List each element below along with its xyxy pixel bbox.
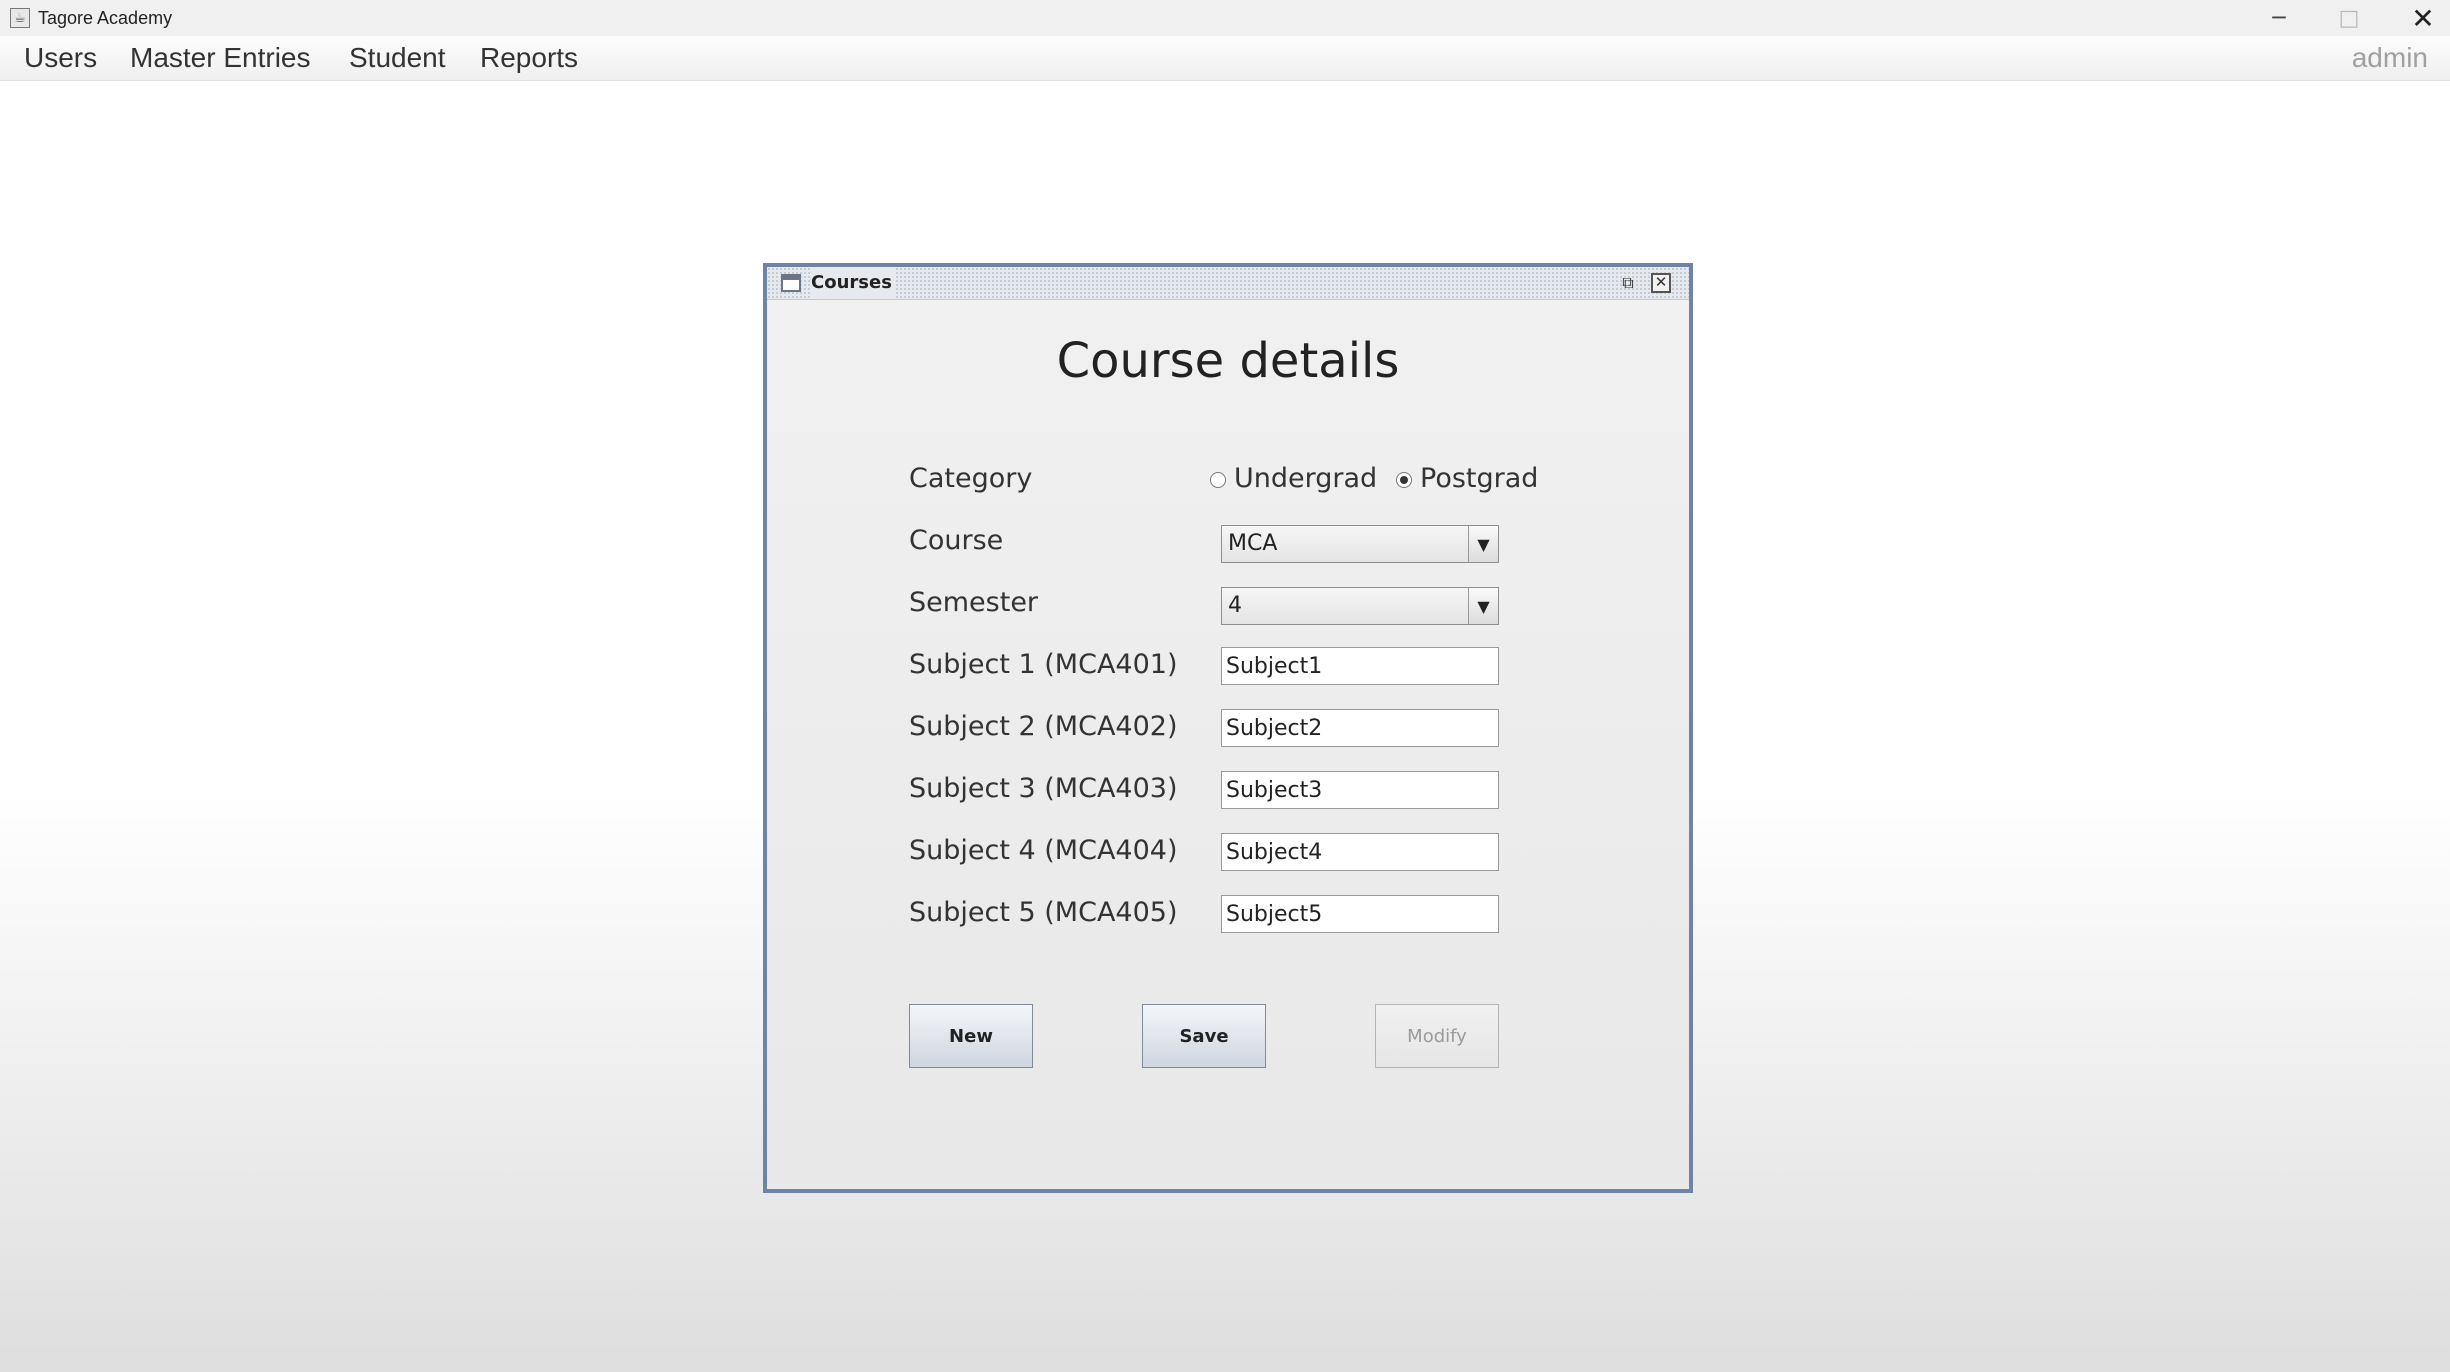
minimize-button[interactable]: ─	[2244, 0, 2314, 36]
java-cup-icon: ☕	[10, 8, 30, 28]
undergrad-radio-label[interactable]: Undergrad	[1234, 463, 1377, 494]
menu-bar: Users Master Entries Student Reports adm…	[0, 36, 2450, 81]
maximize-button[interactable]: □	[2314, 0, 2384, 36]
subject-5-field[interactable]	[1221, 895, 1499, 933]
logged-in-user: admin	[2351, 42, 2428, 73]
os-title-bar: ☕ Tagore Academy ─ □ ✕	[0, 0, 2450, 36]
menu-master-entries[interactable]: Master Entries	[130, 36, 311, 80]
postgrad-radio[interactable]	[1396, 472, 1412, 488]
modify-button[interactable]: Modify	[1375, 1004, 1499, 1068]
subject-1-label: Subject 1 (MCA401)	[909, 649, 1178, 680]
frame-title-bar[interactable]: Courses ⧉ ✕	[767, 267, 1689, 300]
subject-3-field[interactable]	[1221, 771, 1499, 809]
window-icon	[781, 274, 801, 292]
semester-selected-value: 4	[1228, 593, 1242, 618]
course-selected-value: MCA	[1228, 531, 1278, 556]
semester-label: Semester	[909, 587, 1039, 618]
subject-3-label: Subject 3 (MCA403)	[909, 773, 1178, 804]
chevron-down-icon[interactable]: ▼	[1468, 588, 1498, 624]
save-button[interactable]: Save	[1142, 1004, 1266, 1068]
menu-student[interactable]: Student	[349, 36, 446, 80]
desktop-pane: Courses ⧉ ✕ Course details Category Unde…	[0, 81, 2450, 1372]
courses-internal-frame: Courses ⧉ ✕ Course details Category Unde…	[763, 263, 1693, 1193]
subject-5-label: Subject 5 (MCA405)	[909, 897, 1178, 928]
chevron-down-icon[interactable]: ▼	[1468, 526, 1498, 562]
undergrad-radio[interactable]	[1210, 472, 1226, 488]
frame-title: Courses	[811, 267, 896, 299]
course-combobox[interactable]: MCA ▼	[1221, 525, 1499, 563]
subject-2-label: Subject 2 (MCA402)	[909, 711, 1178, 742]
semester-combobox[interactable]: 4 ▼	[1221, 587, 1499, 625]
frame-close-icon[interactable]: ✕	[1651, 273, 1671, 293]
category-label: Category	[909, 463, 1033, 494]
menu-users[interactable]: Users	[24, 36, 97, 80]
subject-1-field[interactable]	[1221, 647, 1499, 685]
form-heading: Course details	[1056, 333, 1400, 389]
postgrad-radio-label[interactable]: Postgrad	[1420, 463, 1538, 494]
menu-reports[interactable]: Reports	[480, 36, 578, 80]
course-label: Course	[909, 525, 1004, 556]
restore-icon[interactable]: ⧉	[1617, 273, 1639, 293]
subject-4-label: Subject 4 (MCA404)	[909, 835, 1178, 866]
close-button[interactable]: ✕	[2388, 0, 2450, 36]
subject-4-field[interactable]	[1221, 833, 1499, 871]
new-button[interactable]: New	[909, 1004, 1033, 1068]
subject-2-field[interactable]	[1221, 709, 1499, 747]
app-title: Tagore Academy	[38, 7, 173, 28]
